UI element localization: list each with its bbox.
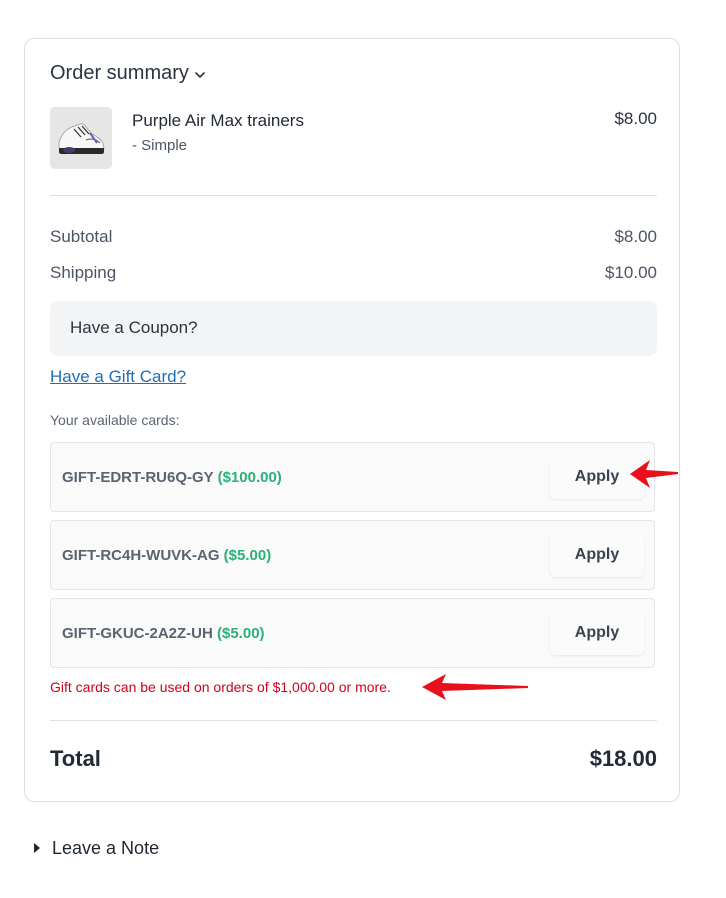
gift-card-amount: ($100.00): [217, 469, 282, 486]
gift-card-text: GIFT-EDRT-RU6Q-GY ($100.00): [62, 469, 282, 486]
caret-right-icon: [34, 843, 40, 853]
divider: [50, 720, 657, 721]
gift-card-item: GIFT-EDRT-RU6Q-GY ($100.00) Apply: [50, 442, 655, 512]
sneaker-icon: [50, 107, 112, 169]
gift-card-item: GIFT-GKUC-2A2Z-UH ($5.00) Apply: [50, 598, 655, 668]
subtotal-label: Subtotal: [50, 227, 113, 246]
shipping-value: $10.00: [605, 263, 657, 282]
product-price: $8.00: [614, 109, 657, 128]
gift-card-item: GIFT-RC4H-WUVK-AG ($5.00) Apply: [50, 520, 655, 590]
leave-a-note-toggle[interactable]: Leave a Note: [26, 835, 159, 861]
order-summary-card: Order summary Purple Air Max trainers - …: [24, 38, 680, 802]
coupon-toggle[interactable]: Have a Coupon?: [50, 301, 657, 356]
product-name: Purple Air Max trainers: [132, 111, 304, 130]
apply-gift-card-button[interactable]: Apply: [550, 533, 644, 577]
subtotal-value: $8.00: [614, 227, 657, 246]
gift-card-text: GIFT-RC4H-WUVK-AG ($5.00): [62, 547, 271, 564]
annotation-arrow-icon: [422, 674, 528, 700]
available-cards-label: Your available cards:: [50, 412, 180, 428]
chevron-down-icon: [195, 71, 205, 78]
apply-gift-card-button[interactable]: Apply: [550, 611, 644, 655]
annotation-arrow-icon: [630, 460, 678, 488]
order-summary-toggle[interactable]: Order summary: [50, 62, 205, 85]
order-summary-title: Order summary: [50, 62, 189, 84]
gift-card-minimum-notice: Gift cards can be used on orders of $1,0…: [50, 679, 391, 695]
total-label: Total: [50, 746, 101, 771]
product-variant: - Simple: [132, 137, 188, 154]
product-line-item: Purple Air Max trainers - Simple $8.00: [50, 107, 657, 171]
gift-card-text: GIFT-GKUC-2A2Z-UH ($5.00): [62, 625, 265, 642]
shipping-label: Shipping: [50, 263, 117, 282]
leave-a-note-label: Leave a Note: [52, 837, 160, 858]
gift-card-link[interactable]: Have a Gift Card?: [50, 367, 186, 387]
gift-card-code: GIFT-GKUC-2A2Z-UH: [62, 625, 213, 642]
product-thumbnail: [50, 107, 112, 169]
divider: [50, 195, 657, 196]
total-value: $18.00: [589, 746, 657, 771]
gift-card-amount: ($5.00): [223, 547, 272, 564]
gift-card-code: GIFT-RC4H-WUVK-AG: [62, 547, 220, 564]
coupon-label: Have a Coupon?: [70, 318, 198, 337]
gift-card-amount: ($5.00): [217, 625, 265, 642]
gift-card-code: GIFT-EDRT-RU6Q-GY: [62, 469, 214, 486]
